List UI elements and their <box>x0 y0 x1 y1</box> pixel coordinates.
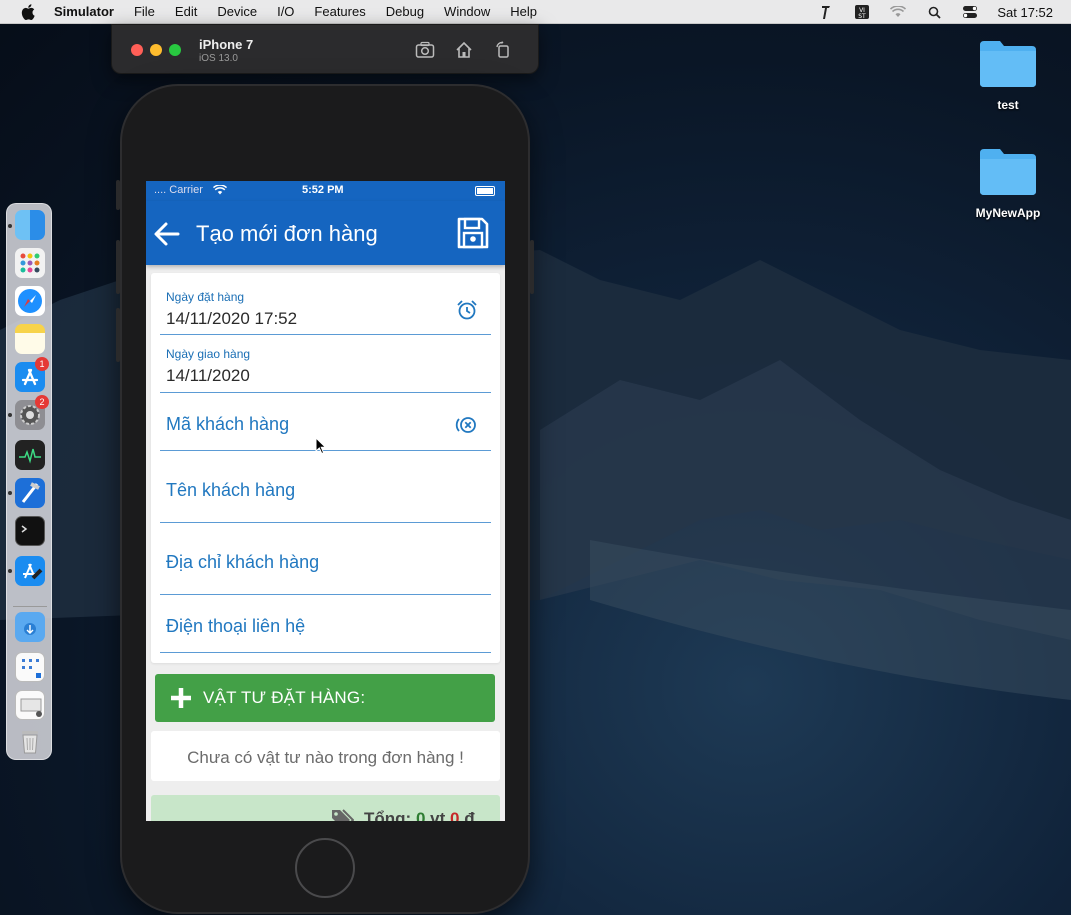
safari-icon[interactable] <box>15 286 45 316</box>
battery-icon <box>475 186 495 196</box>
signal-wifi-icon <box>212 184 228 198</box>
folder-label: test <box>997 98 1019 112</box>
alarm-clock-icon[interactable] <box>455 298 479 322</box>
total-currency: đ <box>464 809 475 821</box>
desktop-folder-mynewapp[interactable]: MyNewApp <box>968 145 1048 220</box>
ios-status-bar: .... Carrier 5:52 PM <box>146 181 505 201</box>
menu-help[interactable]: Help <box>510 4 537 19</box>
trash-icon[interactable] <box>15 726 45 756</box>
menu-bar: Simulator File Edit Device I/O Features … <box>0 0 1071 24</box>
order-date-label: Ngày đặt hàng <box>166 290 245 304</box>
folder-icon <box>980 41 1036 87</box>
delivery-date-label: Ngày giao hàng <box>166 347 251 361</box>
order-form-card: Ngày đặt hàng 14/11/2020 17:52 Ngày giao… <box>151 273 500 663</box>
total-summary: Tổng: 0 vt 0 đ <box>364 809 475 821</box>
customer-address-field[interactable]: Địa chỉ khách hàng <box>160 523 491 595</box>
total-item-unit: vt <box>430 809 446 821</box>
running-indicator <box>8 491 12 495</box>
customer-name-field[interactable]: Tên khách hàng <box>160 451 491 523</box>
power-button[interactable] <box>530 240 534 294</box>
mouse-cursor-icon <box>315 437 327 455</box>
order-date-value: 14/11/2020 17:52 <box>166 309 298 328</box>
terminal-icon[interactable] <box>15 516 45 546</box>
menu-features[interactable]: Features <box>314 4 365 19</box>
add-materials-button[interactable]: VẬT TƯ ĐẶT HÀNG: <box>155 674 495 722</box>
menu-io[interactable]: I/O <box>277 4 294 19</box>
downloads-folder-icon[interactable] <box>15 612 45 642</box>
dock: 1 2 <box>6 203 52 760</box>
instruments-icon[interactable] <box>15 556 45 586</box>
menubar-clock[interactable]: Sat 17:52 <box>997 5 1053 20</box>
contact-phone-placeholder: Điện thoại liên hệ <box>166 616 306 636</box>
dock-separator <box>13 606 47 607</box>
delivery-date-value: 14/11/2020 <box>166 366 250 385</box>
running-indicator <box>8 224 12 228</box>
rotate-icon[interactable] <box>492 39 514 61</box>
clear-circle-icon[interactable] <box>455 413 479 437</box>
total-label: Tổng: <box>364 809 412 821</box>
vs-icon[interactable]: VI ST <box>853 4 871 20</box>
minimize-window-button[interactable] <box>150 44 162 56</box>
app-screen: .... Carrier 5:52 PM Tạo mới đơn hàng Ng… <box>146 181 505 821</box>
menu-edit[interactable]: Edit <box>175 4 197 19</box>
menu-window[interactable]: Window <box>444 4 490 19</box>
device-os-version: iOS 13.0 <box>199 53 238 64</box>
customer-name-placeholder: Tên khách hàng <box>166 480 296 500</box>
finder-icon[interactable] <box>15 210 45 240</box>
page-title: Tạo mới đơn hàng <box>196 221 378 246</box>
screenshot-icon[interactable] <box>414 39 436 61</box>
volume-up-button[interactable] <box>116 240 120 294</box>
control-center-icon[interactable] <box>961 4 979 20</box>
menu-file[interactable]: File <box>134 4 155 19</box>
contact-phone-field[interactable]: Điện thoại liên hệ <box>160 595 491 653</box>
system-preferences-badge: 2 <box>35 395 49 409</box>
launchpad-icon[interactable] <box>15 248 45 278</box>
volume-down-button[interactable] <box>116 308 120 362</box>
running-indicator <box>8 413 12 417</box>
close-window-button[interactable] <box>131 44 143 56</box>
zoom-window-button[interactable] <box>169 44 181 56</box>
delivery-date-field[interactable]: Ngày giao hàng 14/11/2020 <box>160 335 491 393</box>
notes-icon[interactable] <box>15 324 45 354</box>
preview-stack-icon[interactable] <box>15 690 45 720</box>
hammer-icon[interactable] <box>817 4 835 20</box>
home-button[interactable] <box>295 838 355 898</box>
screenshot-stack-icon[interactable] <box>15 652 45 682</box>
status-time: 5:52 PM <box>302 184 344 196</box>
customer-address-placeholder: Địa chỉ khách hàng <box>166 552 320 572</box>
spotlight-search-icon[interactable] <box>925 4 943 20</box>
apple-icon[interactable] <box>18 2 38 22</box>
save-icon[interactable] <box>455 215 491 251</box>
mute-switch[interactable] <box>116 180 120 210</box>
plus-icon <box>168 685 194 711</box>
simulator-titlebar: iPhone 7 iOS 13.0 <box>111 24 539 74</box>
app-store-badge: 1 <box>35 357 49 371</box>
device-name: iPhone 7 <box>199 37 254 52</box>
menu-device[interactable]: Device <box>217 4 257 19</box>
xcode-icon[interactable] <box>15 478 45 508</box>
order-total-bar: Tổng: 0 vt 0 đ <box>151 795 500 821</box>
folder-icon <box>980 149 1036 195</box>
desktop-folder-test[interactable]: test <box>968 37 1048 112</box>
total-amount: 0 <box>450 809 460 821</box>
customer-code-placeholder: Mã khách hàng <box>166 414 290 434</box>
menu-app-name[interactable]: Simulator <box>54 4 114 19</box>
folder-label: MyNewApp <box>975 206 1041 220</box>
add-materials-label: VẬT TƯ ĐẶT HÀNG: <box>203 688 366 707</box>
tags-icon <box>330 808 355 821</box>
empty-materials-message: Chưa có vật tư nào trong đơn hàng ! <box>151 731 500 781</box>
svg-text:ST: ST <box>859 13 867 20</box>
total-item-count: 0 <box>415 809 426 821</box>
carrier-label: .... Carrier <box>154 184 203 196</box>
running-indicator <box>8 569 12 573</box>
back-arrow-icon[interactable] <box>152 219 182 249</box>
menu-debug[interactable]: Debug <box>386 4 424 19</box>
app-header: Tạo mới đơn hàng <box>146 201 505 265</box>
wifi-icon[interactable] <box>889 4 907 20</box>
order-date-field[interactable]: Ngày đặt hàng 14/11/2020 17:52 <box>160 273 491 335</box>
activity-monitor-icon[interactable] <box>15 440 45 470</box>
home-icon[interactable] <box>453 39 475 61</box>
